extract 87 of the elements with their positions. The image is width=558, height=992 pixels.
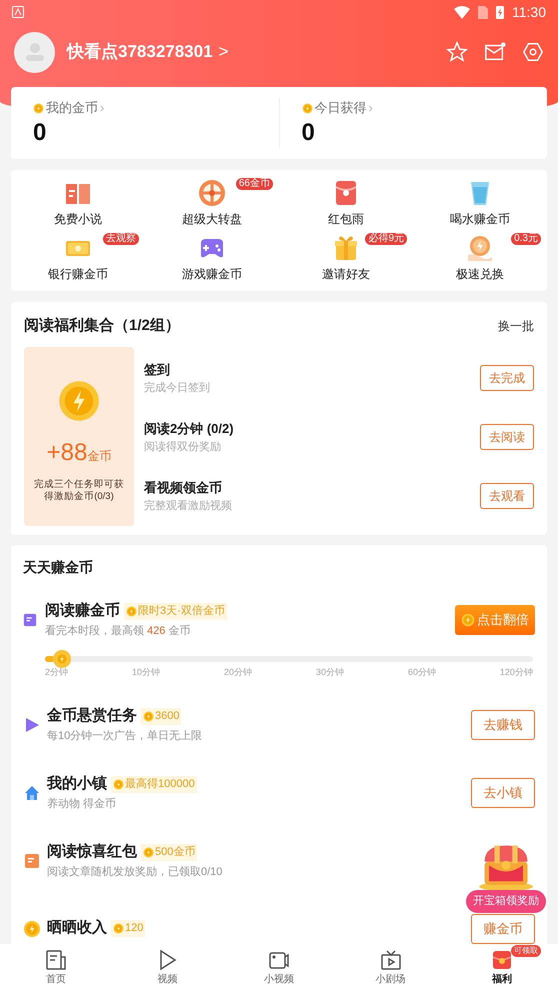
stat-value: 0 (302, 118, 316, 148)
wheel-icon (197, 178, 227, 208)
coin-icon (461, 612, 475, 626)
task-title: 签到 (144, 361, 171, 379)
shortcut-item[interactable]: 喝水赚金币 (413, 176, 547, 230)
shortcut-item[interactable]: 0.3元 极速兑换 (413, 230, 547, 285)
tv-icon (380, 949, 402, 971)
coin-icon (57, 379, 101, 423)
no-sim-icon (478, 6, 488, 18)
nav-tab[interactable]: 首页 (0, 944, 112, 992)
document-icon (23, 612, 37, 626)
shortcut-item[interactable]: 红包雨 (279, 176, 413, 230)
milestone-label: 30分钟 (316, 666, 344, 679)
coin-icon (126, 606, 137, 617)
shortcut-badge: 0.3元 (511, 232, 541, 244)
task-tag: 120 (111, 920, 146, 937)
star-icon[interactable] (446, 41, 468, 63)
wifi-icon (454, 6, 470, 18)
task-subtitle: 阅读得双份奖励 (144, 440, 222, 454)
task-subtitle: 养动物 得金币 (47, 796, 118, 812)
coin-icon (143, 846, 154, 858)
task-title: 我的小镇 (47, 774, 107, 794)
newspaper-icon (44, 949, 67, 971)
task-button[interactable]: 赚金币 (471, 914, 535, 944)
task-title: 阅读惊喜红包 (47, 842, 137, 862)
coin-icon (143, 710, 154, 722)
shortcut-item[interactable]: 必得9元 邀请好友 (279, 230, 413, 285)
document-icon (24, 852, 40, 868)
battery-icon (496, 5, 504, 19)
nav-tab[interactable]: 小视频 (223, 944, 335, 992)
task-subtitle: 看完本时段，最高领 426 金币 (45, 624, 192, 638)
settings-icon[interactable] (522, 41, 544, 63)
task-tag: 500金币 (141, 844, 198, 860)
shortcut-badge: 去观察 (103, 232, 139, 244)
milestone-label: 120分钟 (500, 666, 533, 679)
mail-icon[interactable] (484, 41, 506, 63)
task-subtitle: 完整观看激励视频 (144, 498, 232, 514)
envelope-icon (491, 949, 514, 971)
task-button[interactable]: 去观看 (480, 483, 534, 509)
play-icon (24, 716, 40, 732)
milestone-label: 20分钟 (224, 666, 252, 679)
stat-label-link[interactable]: 我的金币› (33, 98, 278, 118)
app-notification-icon (12, 6, 24, 18)
refresh-link[interactable]: 换一批 (498, 317, 534, 335)
coin-icon (33, 102, 44, 114)
milestone-label: 10分钟 (132, 666, 160, 679)
task-title: 看视频领金币 (144, 479, 223, 497)
nav-tab[interactable]: 视频 (112, 944, 224, 992)
task-subtitle: 阅读文章随机发放奖励，已领取0/10 (47, 864, 222, 880)
chest-reward-label[interactable]: 开宝箱领奖励 (466, 890, 546, 912)
milestone-label: 60分钟 (408, 666, 436, 679)
reward-note: 完成三个任务即可获得激励金币(0/3) (33, 479, 125, 503)
section-title: 阅读福利集合（1/2组） (24, 316, 180, 336)
task-title: 阅读2分钟 (0/2) (144, 420, 234, 438)
task-subtitle: 每10分钟一次广告，单日无上限 (47, 728, 202, 744)
shortcut-item[interactable]: 免费小说 (11, 176, 145, 230)
shortcut-item[interactable]: 66金币 超级大转盘 (145, 176, 279, 230)
shortcut-badge: 必得9元 (365, 232, 407, 244)
task-button[interactable]: 去阅读 (480, 424, 534, 450)
reward-amount: +88 (46, 438, 88, 468)
task-button[interactable]: 去完成 (480, 365, 534, 391)
shortcut-item[interactable]: 游戏赚金币 (145, 230, 279, 285)
nav-tab[interactable]: 小剧场 (334, 944, 446, 992)
milestone-label: 2分钟 (45, 666, 68, 679)
coin-icon (302, 102, 312, 114)
stat-label-link[interactable]: 今日获得› (302, 98, 547, 118)
task-tag: 最高得100000 (111, 776, 197, 792)
shortcut-badge: 66金币 (236, 178, 273, 190)
task-title: 晒晒收入 (47, 918, 107, 938)
task-subtitle: 完成今日签到 (144, 380, 210, 396)
reward-unit: 金币 (87, 448, 112, 465)
clock-time: 11:30 (512, 2, 546, 22)
stat-value: 0 (33, 118, 48, 148)
coin-icon (113, 778, 124, 790)
task-tag: 限时3天·双倍金币 (124, 603, 227, 620)
section-title: 天天赚金币 (23, 558, 94, 577)
house-icon (24, 784, 40, 800)
task-title: 金币悬赏任务 (47, 706, 137, 726)
shortcut-item[interactable]: 去观察 银行赚金币 (11, 230, 145, 285)
task-button[interactable]: 去赚钱 (471, 710, 535, 740)
task-button[interactable]: 去小镇 (471, 778, 535, 808)
nav-tab[interactable]: 福利 可领取 (446, 944, 558, 992)
coin-icon (23, 920, 41, 938)
task-title: 阅读赚金币 (45, 601, 120, 621)
nav-badge: 可领取 (511, 945, 542, 957)
coin-icon (113, 923, 124, 934)
task-tag: 3600 (141, 708, 182, 724)
